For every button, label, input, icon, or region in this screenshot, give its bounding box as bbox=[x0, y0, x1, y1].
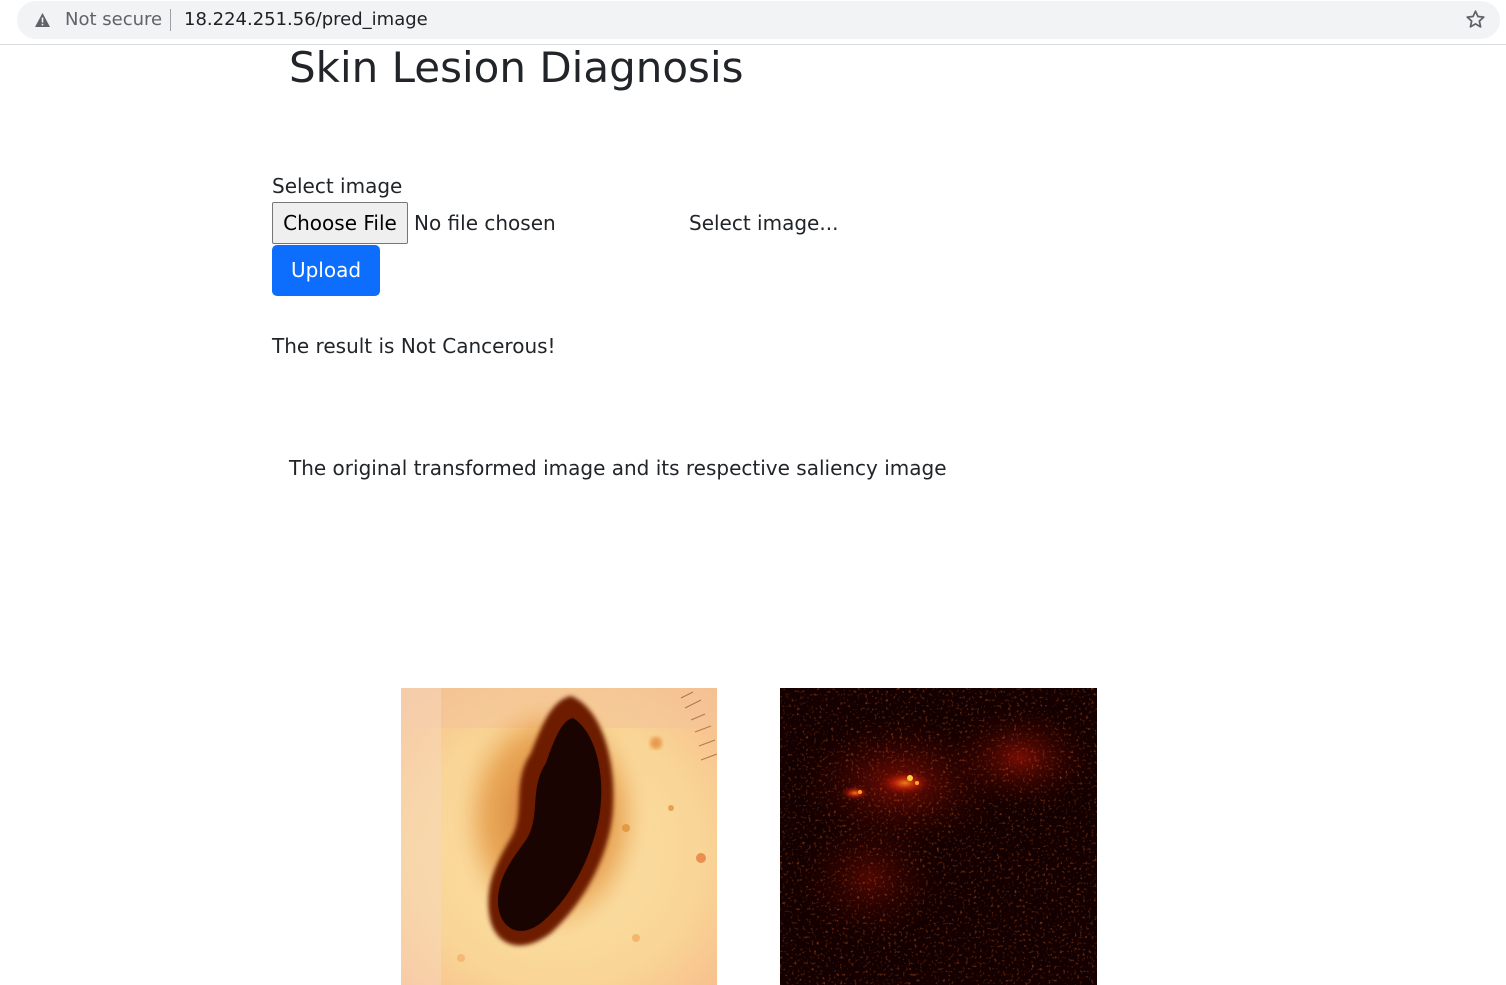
upload-button[interactable]: Upload bbox=[272, 245, 380, 296]
address-separator bbox=[170, 9, 171, 31]
file-status-text: No file chosen bbox=[414, 211, 556, 235]
file-input-hint[interactable]: Select image... bbox=[689, 210, 838, 236]
warning-triangle-icon[interactable] bbox=[34, 12, 51, 28]
url-text[interactable]: 18.224.251.56/pred_image bbox=[184, 9, 428, 31]
browser-toolbar: Not secure 18.224.251.56/pred_image bbox=[0, 0, 1506, 45]
security-status-label[interactable]: Not secure bbox=[65, 9, 162, 31]
star-outline-icon[interactable] bbox=[1465, 9, 1486, 30]
diagnosis-result: The result is Not Cancerous! bbox=[272, 334, 556, 358]
dermoscopy-lesion-image bbox=[401, 688, 717, 985]
choose-file-button[interactable]: Choose File bbox=[272, 202, 408, 244]
select-image-label: Select image bbox=[272, 174, 403, 198]
page-title: Skin Lesion Diagnosis bbox=[289, 43, 744, 92]
saliency-heatmap-image bbox=[780, 688, 1097, 985]
images-caption: The original transformed image and its r… bbox=[289, 456, 947, 480]
